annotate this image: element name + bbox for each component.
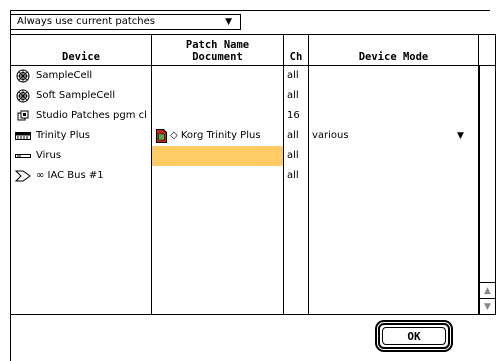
table-row[interactable]: Studio Patches pgm cl 16	[11, 106, 479, 126]
scroll-down-icon[interactable]: ▼	[480, 298, 495, 314]
device-name: SampleCell	[36, 70, 93, 81]
samplecell-icon	[15, 89, 31, 103]
channel-value: 16	[287, 110, 300, 121]
ok-button-label: OK	[382, 327, 446, 345]
patch-usage-popup-label: Always use current patches	[17, 16, 155, 27]
device-name: Virus	[36, 150, 62, 161]
column-header-mode: Device Mode	[358, 51, 429, 63]
vertical-scrollbar[interactable]: ▲ ▼	[479, 66, 495, 314]
column-header-device: Device	[62, 51, 100, 63]
device-name: Soft SampleCell	[36, 90, 116, 101]
channel-value: all	[287, 150, 299, 161]
document-icon	[156, 129, 167, 143]
patch-usage-popup[interactable]: Always use current patches ▼	[11, 14, 241, 30]
device-mode-value: various	[312, 130, 349, 141]
triangle-down-icon: ▼	[225, 17, 232, 27]
column-header-patch: Patch Name Document	[152, 39, 283, 63]
studio-patches-icon	[15, 109, 31, 123]
patch-document-name: ◇ Korg Trinity Plus	[170, 130, 261, 141]
device-name: Studio Patches pgm cl	[36, 110, 147, 121]
device-patch-dialog: Always use current patches ▼ Device Patc…	[0, 0, 497, 361]
device-name: ∞ IAC Bus #1	[36, 170, 104, 181]
table-row[interactable]: SampleCell all	[11, 66, 479, 86]
column-header-patch-line2: Document	[192, 51, 243, 63]
column-header-patch-line1: Patch Name	[185, 39, 250, 51]
rack-module-icon	[15, 149, 31, 163]
iac-bus-icon	[15, 169, 31, 183]
samplecell-icon	[15, 69, 31, 83]
keyboard-icon	[15, 129, 31, 143]
ok-button[interactable]: OK	[378, 323, 450, 349]
table-row[interactable]: Virus all	[11, 146, 479, 166]
triangle-down-icon[interactable]: ▼	[457, 126, 464, 146]
table-row[interactable]: ∞ IAC Bus #1 all	[11, 166, 479, 186]
channel-value: all	[287, 170, 299, 181]
column-header-channel: Ch	[289, 51, 303, 63]
device-table: Device Patch Name Document Ch Device Mod…	[11, 34, 496, 315]
table-row[interactable]: Trinity Plus ◇ Korg Trinity Plus all var…	[11, 126, 479, 146]
channel-value: all	[287, 70, 299, 81]
scroll-up-icon[interactable]: ▲	[480, 282, 495, 298]
device-name: Trinity Plus	[36, 130, 91, 141]
channel-value: all	[287, 130, 299, 141]
channel-value: all	[287, 90, 299, 101]
top-rule	[10, 10, 490, 11]
table-row[interactable]: Soft SampleCell all	[11, 86, 479, 106]
